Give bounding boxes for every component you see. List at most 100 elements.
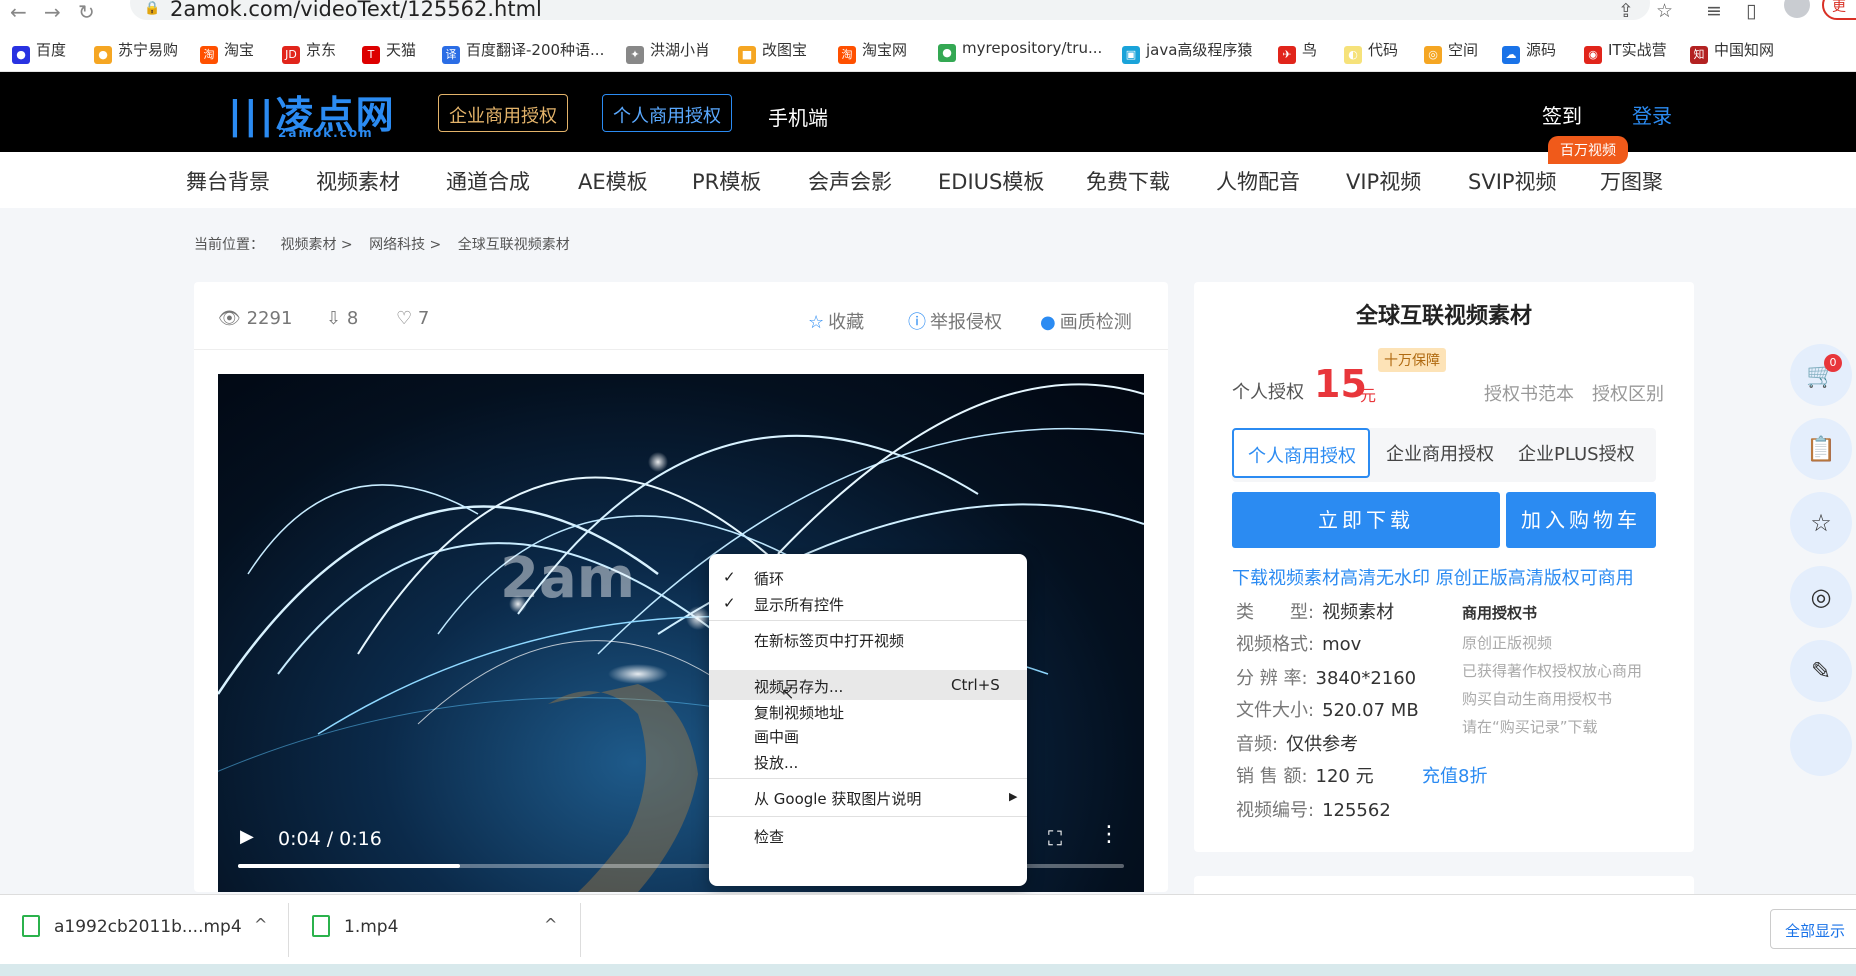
price-unit: 元 bbox=[1360, 386, 1377, 405]
breadcrumb-item[interactable]: 全球互联视频素材 bbox=[458, 237, 570, 253]
nav-item[interactable]: 免费下载 bbox=[1086, 166, 1170, 196]
nav-item[interactable]: AE模板 bbox=[578, 166, 648, 196]
bookmark-item[interactable]: ● 百度 bbox=[12, 39, 66, 64]
license-sample-link[interactable]: 授权书范本 bbox=[1484, 380, 1574, 406]
spec-resolution: 分 辨 率: 3840*2160 bbox=[1236, 668, 1417, 689]
bookmark-item[interactable]: ■ 改图宝 bbox=[738, 39, 807, 64]
promo-link[interactable]: 下载视频素材高清无水印 原创正版高清版权可商用 bbox=[1232, 564, 1634, 590]
site-logo[interactable]: |||凌点网 2amok.com bbox=[228, 84, 396, 140]
login-link[interactable]: 登录 bbox=[1632, 100, 1672, 129]
menu-item-inspect[interactable]: 检查 bbox=[754, 826, 784, 847]
nav-item[interactable]: 人物配音 bbox=[1216, 166, 1300, 196]
clipboard-icon[interactable]: 📋 bbox=[1790, 418, 1852, 480]
side-panel-icon[interactable]: ▯ bbox=[1746, 0, 1756, 22]
bookmark-item[interactable]: ☁ 源码 bbox=[1502, 39, 1556, 64]
nav-item[interactable]: 万图聚 bbox=[1600, 166, 1663, 196]
enterprise-license-button[interactable]: 企业商用授权 bbox=[438, 94, 568, 132]
spec-format: 视频格式: mov bbox=[1236, 634, 1362, 655]
tab-personal-license[interactable]: 个人商用授权 bbox=[1232, 428, 1370, 478]
downloads-bar: a1992cb2011b....mp4 ^ 1.mp4 ^ 全部显示 bbox=[0, 894, 1856, 964]
video-file-icon bbox=[22, 915, 40, 937]
nav-item[interactable]: VIP视频 bbox=[1346, 166, 1421, 196]
likes-stat[interactable]: ♡ 7 bbox=[396, 308, 429, 329]
license-diff-link[interactable]: 授权区别 bbox=[1592, 380, 1664, 406]
breadcrumb: 当前位置： 视频素材 > 网络科技 > 全球互联视频素材 bbox=[194, 234, 582, 254]
menu-item-loop[interactable]: 循环 bbox=[754, 568, 784, 589]
breadcrumb-item[interactable]: 视频素材 > bbox=[280, 237, 352, 253]
breadcrumb-item[interactable]: 网络科技 > bbox=[369, 237, 441, 253]
bookmark-item[interactable]: ✦ 洪湖小肖 bbox=[626, 39, 710, 64]
lock-icon[interactable]: 🔒 bbox=[144, 1, 160, 16]
progress-fill bbox=[238, 864, 460, 868]
bookmark-item[interactable]: ▣ java高级程序猿 bbox=[1122, 39, 1252, 64]
forward-icon[interactable]: → bbox=[44, 0, 61, 24]
url-text[interactable]: 2amok.com/videoText/125562.html bbox=[170, 0, 542, 21]
cart-icon[interactable]: 🛒 bbox=[1790, 344, 1852, 406]
chevron-up-icon[interactable]: ^ bbox=[254, 915, 267, 934]
recharge-link[interactable]: 充值8折 bbox=[1422, 762, 1487, 788]
menu-item-save-as[interactable]: 视频另存为... bbox=[754, 676, 843, 697]
bookmark-item[interactable]: T 天猫 bbox=[362, 39, 416, 64]
download-icon: ⇩ bbox=[326, 308, 342, 329]
nav-item[interactable]: 会声会影 bbox=[808, 166, 892, 196]
download-item[interactable]: 1.mp4 bbox=[312, 915, 398, 937]
tab-enterprise-license[interactable]: 企业商用授权 bbox=[1386, 440, 1494, 466]
share-icon[interactable]: ⇪ bbox=[1618, 0, 1634, 22]
menu-item-cast[interactable]: 投放... bbox=[754, 752, 798, 773]
downloads-stat: ⇩ 8 bbox=[326, 308, 359, 329]
add-to-cart-button[interactable]: 加入购物车 bbox=[1506, 492, 1656, 548]
nav-item[interactable]: EDIUS模板 bbox=[938, 166, 1044, 196]
menu-item-pip[interactable]: 画中画 bbox=[754, 726, 799, 747]
mobile-link[interactable]: 手机端 bbox=[768, 102, 828, 131]
back-icon[interactable]: ← bbox=[10, 0, 27, 24]
star-icon[interactable]: ☆ bbox=[1790, 492, 1852, 554]
fullscreen-icon[interactable]: ⛶ bbox=[1048, 826, 1062, 850]
bookmark-item[interactable]: ● 苏宁易购 bbox=[94, 39, 178, 64]
bookmark-item[interactable]: ✈ 鸟 bbox=[1278, 39, 1317, 64]
bookmark-item[interactable]: ◉ IT实战营 bbox=[1584, 39, 1667, 64]
menu-item-google-lens[interactable]: 从 Google 获取图片说明 bbox=[754, 788, 921, 809]
report-button[interactable]: ⓘ 举报侵权 bbox=[908, 308, 1002, 334]
tab-enterprise-plus-license[interactable]: 企业PLUS授权 bbox=[1518, 440, 1635, 466]
bookmark-item[interactable]: ◐ 代码 bbox=[1344, 39, 1398, 64]
bookmark-star-icon[interactable]: ☆ bbox=[1656, 0, 1673, 22]
profile-avatar[interactable] bbox=[1784, 0, 1810, 18]
star-icon: ☆ bbox=[808, 312, 825, 333]
reading-list-icon[interactable]: ≡ bbox=[1706, 0, 1722, 22]
menu-item-open-new-tab[interactable]: 在新标签页中打开视频 bbox=[754, 630, 904, 651]
quality-dot-icon: ● bbox=[1040, 312, 1056, 333]
signin-link[interactable]: 签到 bbox=[1542, 100, 1582, 129]
bookmark-item[interactable]: 淘淘宝网 bbox=[838, 39, 907, 64]
show-all-downloads-button[interactable]: 全部显示 bbox=[1770, 909, 1856, 949]
nav-item[interactable]: SVIP视频 bbox=[1468, 166, 1557, 196]
reload-icon[interactable]: ↻ bbox=[78, 0, 95, 24]
bookmark-item[interactable]: ◎ 空间 bbox=[1424, 39, 1478, 64]
update-button[interactable]: 更 bbox=[1822, 0, 1856, 20]
nav-item[interactable]: 通道合成 bbox=[446, 166, 530, 196]
edit-icon[interactable]: ✎ bbox=[1790, 640, 1852, 702]
bookmark-item[interactable]: 淘淘宝 bbox=[200, 39, 254, 64]
menu-item-copy-address[interactable]: 复制视频地址 bbox=[754, 702, 844, 723]
bookmark-item[interactable]: JD 京东 bbox=[282, 39, 336, 64]
divider bbox=[580, 903, 581, 957]
more-vertical-icon[interactable]: ⋮ bbox=[1098, 822, 1120, 847]
nav-item[interactable]: PR模板 bbox=[692, 166, 761, 196]
back-to-top-button[interactable] bbox=[1790, 714, 1852, 776]
favorite-button[interactable]: ☆ 收藏 bbox=[808, 308, 864, 334]
million-video-badge: 百万视频 bbox=[1548, 136, 1628, 164]
submenu-arrow-icon: ▶ bbox=[1009, 790, 1018, 803]
play-icon[interactable]: ▶ bbox=[240, 826, 254, 847]
breadcrumb-prefix: 当前位置： bbox=[194, 237, 264, 253]
chevron-up-icon[interactable]: ^ bbox=[544, 915, 557, 934]
nav-item[interactable]: 舞台背景 bbox=[186, 166, 270, 196]
quality-check-button[interactable]: ● 画质检测 bbox=[1040, 308, 1132, 334]
download-item[interactable]: a1992cb2011b....mp4 bbox=[22, 915, 242, 937]
bookmark-item[interactable]: 译百度翻译-200种语... bbox=[442, 39, 604, 64]
bookmark-item[interactable]: ● myrepository/tru... bbox=[938, 39, 1102, 62]
support-icon[interactable]: ◎ bbox=[1790, 566, 1852, 628]
personal-license-button[interactable]: 个人商用授权 bbox=[602, 94, 732, 132]
bookmark-item[interactable]: 知中国知网 bbox=[1690, 39, 1774, 64]
download-now-button[interactable]: 立即下载 bbox=[1232, 492, 1500, 548]
nav-item[interactable]: 视频素材 bbox=[316, 166, 400, 196]
menu-item-show-controls[interactable]: 显示所有控件 bbox=[754, 594, 844, 615]
